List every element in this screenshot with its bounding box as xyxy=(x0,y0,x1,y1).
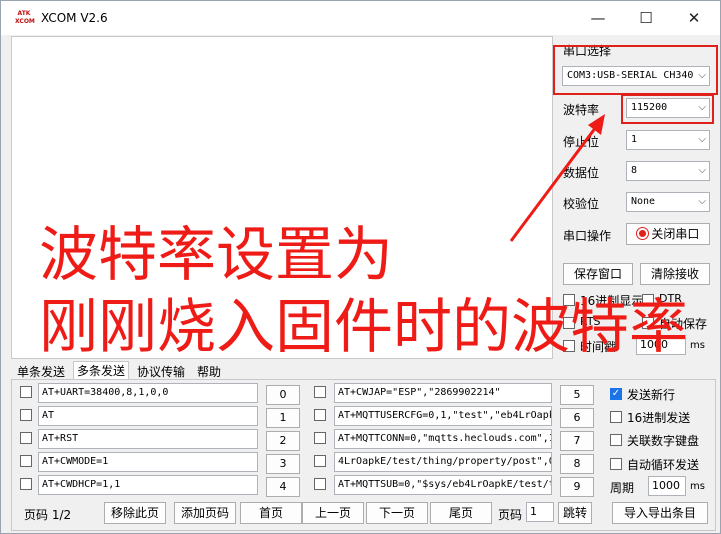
send-item-input[interactable]: AT+MQTTCONN=0,"mqtts.heclouds.com",1 xyxy=(334,429,552,449)
send-item-input[interactable]: AT+CWJAP="ESP","2869902214" xyxy=(334,383,552,403)
prev-page-button[interactable]: 上一页 xyxy=(302,502,364,524)
send-item-button[interactable]: 1 xyxy=(266,408,300,428)
maximize-button[interactable]: ☐ xyxy=(622,1,670,35)
auto-loop-checkbox[interactable] xyxy=(610,458,622,470)
row-checkbox[interactable] xyxy=(314,455,326,467)
link-keyboard-checkbox[interactable] xyxy=(610,434,622,446)
send-panel: 单条发送 多条发送 协议传输 帮助 AT+UART=38400,8,1,0,0 … xyxy=(11,361,716,531)
clear-receive-button[interactable]: 清除接收 xyxy=(640,263,710,285)
data-bits-select[interactable]: 8 ⌵ xyxy=(626,161,710,181)
send-newline-checkbox[interactable]: ✓ xyxy=(610,388,622,400)
title-bar: ATK XCOM XCOM V2.6 — ☐ ✕ xyxy=(1,1,720,35)
hex-send-label: 16进制发送 xyxy=(627,411,691,425)
parity-label: 校验位 xyxy=(563,197,600,211)
multi-send-area: AT+UART=38400,8,1,0,0 0 AT 1 AT+RST 2 AT… xyxy=(11,379,716,531)
send-item-input[interactable]: AT xyxy=(38,406,258,426)
link-keyboard-label: 关联数字键盘 xyxy=(627,434,700,448)
send-item-input[interactable]: AT+MQTTSUB=0,"$sys/eb4LrOapkE/test/t xyxy=(334,475,552,495)
jump-button[interactable]: 跳转 xyxy=(558,502,592,524)
row-checkbox[interactable] xyxy=(314,409,326,421)
tab-multi-send[interactable]: 多条发送 xyxy=(73,361,130,380)
send-item-input[interactable]: AT+CWMODE=1 xyxy=(38,452,258,472)
row-checkbox[interactable] xyxy=(314,478,326,490)
chevron-down-icon: ⌵ xyxy=(698,165,706,176)
port-status-icon xyxy=(636,228,648,239)
xcom-window: ATK XCOM XCOM V2.6 — ☐ ✕ 串口选择 COM3:USB-S… xyxy=(0,0,721,534)
annotation-line-2: 刚刚烧入固件时的波特率 xyxy=(39,292,689,361)
parity-select[interactable]: None ⌵ xyxy=(626,192,710,212)
row-checkbox[interactable] xyxy=(20,455,32,467)
row-checkbox[interactable] xyxy=(20,478,32,490)
remove-page-button[interactable]: 移除此页 xyxy=(104,502,166,524)
data-bits-value: 8 xyxy=(631,165,638,176)
page-indicator: 页码 1/2 xyxy=(24,508,72,522)
period-label: 周期 xyxy=(610,481,635,495)
close-button[interactable]: ✕ xyxy=(670,1,718,35)
send-item-input[interactable]: AT+CWDHCP=1,1 xyxy=(38,475,258,495)
period-input[interactable]: 1000 xyxy=(648,476,686,496)
page-input-label: 页码 xyxy=(498,508,523,522)
close-port-label: 关闭串口 xyxy=(651,227,700,241)
send-item-input[interactable]: AT+UART=38400,8,1,0,0 xyxy=(38,383,258,403)
row-checkbox[interactable] xyxy=(314,432,326,444)
tab-help[interactable]: 帮助 xyxy=(197,363,221,380)
send-item-button[interactable]: 8 xyxy=(560,454,594,474)
send-item-button[interactable]: 4 xyxy=(266,477,300,497)
close-port-button[interactable]: 关闭串口 xyxy=(626,223,710,245)
timestamp-unit: ms xyxy=(690,340,705,351)
row-checkbox[interactable] xyxy=(20,409,32,421)
row-checkbox[interactable] xyxy=(20,432,32,444)
port-highlight-box xyxy=(553,45,718,95)
parity-value: None xyxy=(631,196,656,207)
row-checkbox[interactable] xyxy=(20,386,32,398)
add-page-button[interactable]: 添加页码 xyxy=(174,502,236,524)
minimize-button[interactable]: — xyxy=(574,1,622,35)
window-title: XCOM V2.6 xyxy=(41,11,108,25)
send-item-button[interactable]: 2 xyxy=(266,431,300,451)
send-newline-label: 发送新行 xyxy=(627,388,676,402)
send-item-button[interactable]: 7 xyxy=(560,431,594,451)
row-checkbox[interactable] xyxy=(314,386,326,398)
stop-bits-value: 1 xyxy=(631,134,638,145)
chevron-down-icon: ⌵ xyxy=(698,196,706,207)
send-item-button[interactable]: 9 xyxy=(560,477,594,497)
baud-highlight-box xyxy=(621,94,714,124)
period-unit: ms xyxy=(690,481,705,492)
tab-protocol[interactable]: 协议传输 xyxy=(137,363,185,380)
baud-label: 波特率 xyxy=(563,103,600,117)
hex-send-checkbox[interactable] xyxy=(610,411,622,423)
send-item-button[interactable]: 0 xyxy=(266,385,300,405)
import-export-button[interactable]: 导入导出条目 xyxy=(612,502,708,524)
save-window-button[interactable]: 保存窗口 xyxy=(563,263,633,285)
send-item-button[interactable]: 5 xyxy=(560,385,594,405)
page-number-input[interactable]: 1 xyxy=(526,502,554,522)
data-bits-label: 数据位 xyxy=(563,166,600,180)
send-item-input[interactable]: AT+RST xyxy=(38,429,258,449)
annotation-line-1: 波特率设置为 xyxy=(39,220,394,289)
next-page-button[interactable]: 下一页 xyxy=(366,502,428,524)
last-page-button[interactable]: 尾页 xyxy=(430,502,492,524)
chevron-down-icon: ⌵ xyxy=(698,134,706,145)
send-item-button[interactable]: 6 xyxy=(560,408,594,428)
tab-single-send[interactable]: 单条发送 xyxy=(17,363,65,380)
first-page-button[interactable]: 首页 xyxy=(240,502,302,524)
stop-bits-select[interactable]: 1 ⌵ xyxy=(626,130,710,150)
app-logo-icon: ATK XCOM xyxy=(15,10,35,25)
auto-loop-label: 自动循环发送 xyxy=(627,458,700,472)
port-op-label: 串口操作 xyxy=(563,229,612,243)
stop-bits-label: 停止位 xyxy=(563,135,600,149)
send-item-input[interactable]: 4LrOapkE/test/thing/property/post",0 xyxy=(334,452,552,472)
send-item-button[interactable]: 3 xyxy=(266,454,300,474)
send-item-input[interactable]: AT+MQTTUSERCFG=0,1,"test","eb4LrOapk xyxy=(334,406,552,426)
